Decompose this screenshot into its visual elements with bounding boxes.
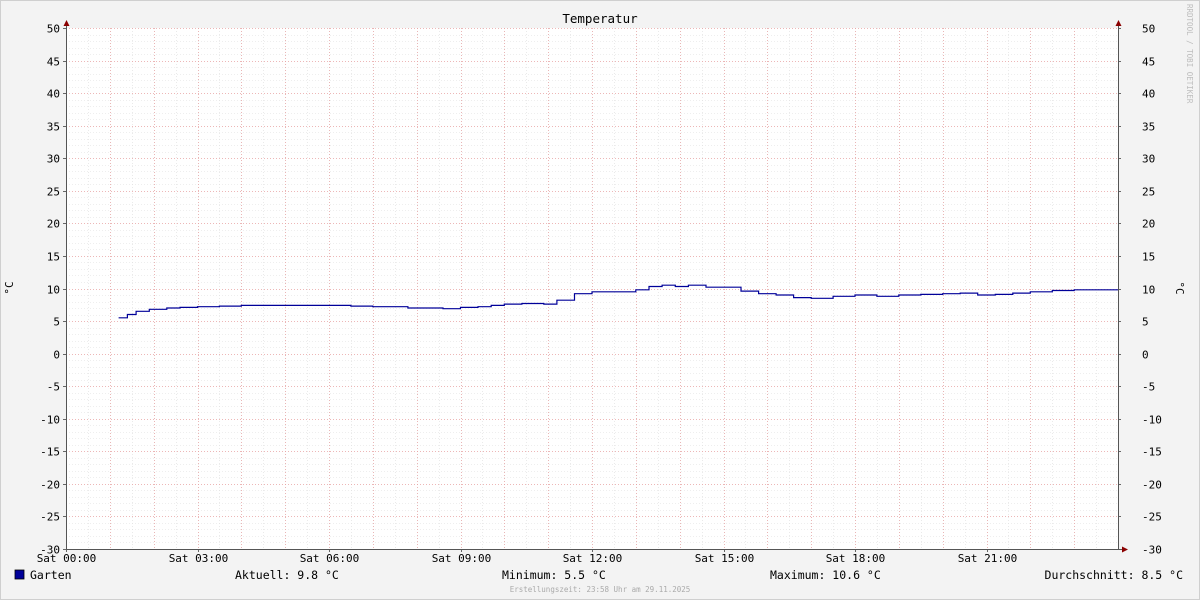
y-tick-label-right: 50	[1142, 23, 1155, 36]
y-tick-label-right: 40	[1142, 88, 1155, 101]
y-tick-label-right: 35	[1142, 121, 1155, 134]
x-tick-label: Sat 21:00	[958, 552, 1018, 565]
y-tick-label-left: -15	[40, 446, 60, 459]
y-tick-label-left: 40	[47, 88, 60, 101]
y-tick-label-right: 45	[1142, 56, 1155, 69]
y-tick-label-left: 10	[47, 284, 60, 297]
y-tick-label-left: -5	[47, 381, 60, 394]
y-tick-label-right: 15	[1142, 251, 1155, 264]
legend-current: Aktuell: 9.8 °C	[235, 568, 339, 582]
y-tick-label-right: -15	[1142, 446, 1162, 459]
x-tick-label: Sat 12:00	[563, 552, 623, 565]
y-tick-label-right: 30	[1142, 153, 1155, 166]
y-tick-label-right: -10	[1142, 414, 1162, 427]
x-tick-label: Sat 06:00	[300, 552, 360, 565]
y-axis-label-left: °C	[3, 281, 16, 294]
y-tick-label-left: -10	[40, 414, 60, 427]
y-tick-label-right: 25	[1142, 186, 1155, 199]
plot-area	[66, 28, 1118, 549]
y-tick-label-left: 30	[47, 153, 60, 166]
x-tick-label: Sat 09:00	[432, 552, 492, 565]
y-tick-label-right: 0	[1142, 349, 1149, 362]
x-tick-label: Sat 03:00	[169, 552, 229, 565]
chart-title: Temperatur	[562, 11, 638, 26]
watermark: RRDTOOL / TOBI OETIKER	[1185, 4, 1194, 104]
legend-series-name: Garten	[30, 568, 72, 582]
y-tick-label-left: 20	[47, 218, 60, 231]
creation-time: Erstellungszeit: 23:58 Uhr am 29.11.2025	[510, 585, 691, 594]
legend-maximum: Maximum: 10.6 °C	[770, 568, 881, 582]
legend-swatch-garten	[14, 569, 25, 580]
y-tick-label-left: -25	[40, 511, 60, 524]
temperature-chart: -30 -30 -25 -25 -20 -20 -15 -15 -10 -10 -5 -5 0 0 5 5 10…	[0, 0, 1200, 600]
y-tick-label-left: 50	[47, 23, 60, 36]
y-tick-label-right: 10	[1142, 284, 1155, 297]
y-tick-label-left: 5	[53, 316, 60, 329]
legend-average: Durchschnitt: 8.5 °C	[1045, 568, 1184, 582]
x-tick-label: Sat 18:00	[826, 552, 886, 565]
y-tick-label-right: -5	[1142, 381, 1155, 394]
x-tick-label: Sat 00:00	[37, 552, 97, 565]
y-tick-label-left: -20	[40, 479, 60, 492]
y-tick-label-right: -25	[1142, 511, 1162, 524]
y-tick-label-right: -30	[1142, 544, 1162, 557]
x-tick-label: Sat 15:00	[695, 552, 755, 565]
y-tick-label-right: 5	[1142, 316, 1149, 329]
y-tick-label-left: 15	[47, 251, 60, 264]
y-axis-label-right: °C	[1173, 281, 1186, 294]
y-tick-label-right: 20	[1142, 218, 1155, 231]
y-tick-label-left: 0	[53, 349, 60, 362]
y-tick-label-left: 25	[47, 186, 60, 199]
y-tick-label-left: 35	[47, 121, 60, 134]
y-tick-label-left: 45	[47, 56, 60, 69]
y-tick-label-right: -20	[1142, 479, 1162, 492]
legend-minimum: Minimum: 5.5 °C	[502, 568, 606, 582]
chart-canvas: -30 -30-25 -25-20 -20-15 -15-10 -10-5 -50 05 510…	[0, 0, 1200, 600]
